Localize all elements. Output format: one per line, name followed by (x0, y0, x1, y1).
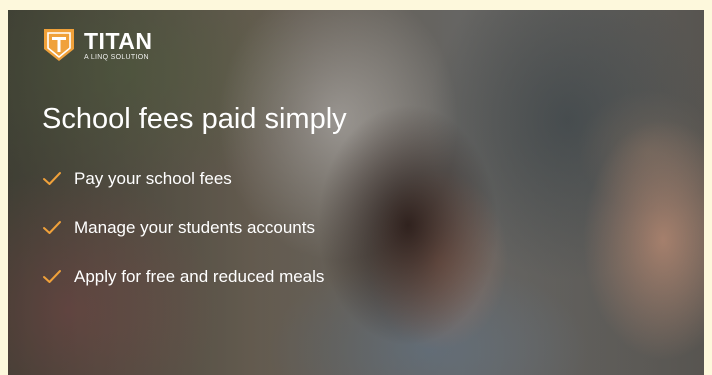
titan-shield-icon (42, 27, 76, 63)
brand-tagline: A LINQ SOLUTION (84, 53, 149, 61)
feature-item: Pay your school fees (42, 167, 324, 191)
feature-list: Pay your school fees Manage your student… (42, 167, 324, 314)
check-icon (43, 172, 61, 185)
hero-headline: School fees paid simply (42, 103, 347, 135)
titan-logo: TITAN A LINQ SOLUTION (42, 25, 153, 65)
feature-label: Pay your school fees (74, 169, 232, 188)
feature-item: Apply for free and reduced meals (42, 265, 324, 289)
brand-name: TITAN (84, 27, 153, 54)
feature-item: Manage your students accounts (42, 216, 324, 240)
hero-banner: TITAN A LINQ SOLUTION School fees paid s… (8, 10, 704, 375)
feature-label: Apply for free and reduced meals (74, 267, 325, 286)
check-icon (43, 270, 61, 283)
check-icon (43, 221, 61, 234)
feature-label: Manage your students accounts (74, 218, 315, 237)
